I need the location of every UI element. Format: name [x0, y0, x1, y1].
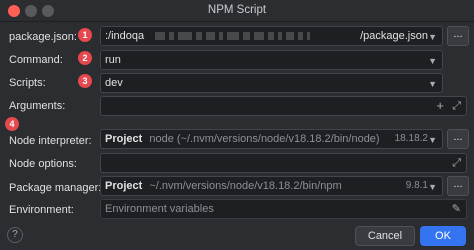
node-interpreter-browse-button[interactable]: ... [447, 129, 469, 149]
step-badge-3: 3 [78, 74, 92, 88]
chevron-down-icon[interactable]: ▼ [428, 28, 437, 45]
package-json-label: package.json: [9, 31, 77, 43]
command-label: Command: [9, 54, 63, 66]
arguments-input[interactable]: + ⤢ [100, 96, 467, 116]
package-json-path-prefix: :/indoqa [105, 30, 145, 42]
scripts-value: dev [105, 77, 123, 89]
package-manager-path: ~/.nvm/versions/node/v18.18.2/bin/npm [149, 180, 342, 192]
environment-input[interactable]: Environment variables ✎ [100, 199, 467, 219]
ok-button[interactable]: OK [420, 226, 466, 246]
package-manager-name: Project [105, 180, 143, 192]
scripts-label: Scripts: [9, 77, 46, 89]
arguments-label: Arguments: [9, 100, 66, 112]
redacted-path [155, 30, 314, 42]
node-interpreter-select[interactable]: Project node (~/.nvm/versions/node/v18.1… [100, 129, 443, 149]
window-title: NPM Script [207, 4, 267, 16]
node-options-label: Node options: [9, 158, 77, 170]
environment-label: Environment: [9, 204, 74, 216]
chevron-down-icon: ▼ [428, 135, 437, 145]
package-manager-version: 9.8.1 [405, 180, 428, 191]
package-json-browse-button[interactable]: ... [447, 26, 469, 46]
environment-placeholder: Environment variables [105, 203, 214, 215]
package-json-path-suffix: /package.json [358, 27, 428, 45]
node-interpreter-label: Node interpreter: [9, 135, 92, 147]
step-badge-2: 2 [78, 51, 92, 65]
plus-icon[interactable]: + [436, 97, 444, 115]
step-badge-1: 1 [78, 28, 92, 42]
chevron-down-icon: ▼ [428, 182, 437, 192]
command-value: run [105, 54, 121, 66]
cancel-button[interactable]: Cancel [355, 226, 415, 246]
package-json-field[interactable]: :/indoqa /package.json ▼ [100, 26, 443, 46]
package-manager-select[interactable]: Project ~/.nvm/versions/node/v18.18.2/bi… [100, 176, 443, 196]
command-select[interactable]: run ▼ [100, 50, 443, 70]
node-interpreter-name: Project [105, 133, 143, 145]
expand-icon[interactable]: ⤢ [452, 97, 461, 115]
help-button[interactable]: ? [7, 227, 23, 243]
package-manager-label: Package manager: [9, 182, 102, 194]
edit-icon[interactable]: ✎ [452, 200, 461, 218]
node-options-input[interactable]: ⤢ [100, 153, 467, 173]
title-bar: NPM Script [0, 0, 474, 22]
scripts-select[interactable]: dev ▼ [100, 73, 443, 93]
node-interpreter-version: 18.18.2 [394, 133, 428, 144]
chevron-down-icon: ▼ [428, 79, 437, 89]
expand-icon[interactable]: ⤢ [452, 154, 461, 172]
chevron-down-icon: ▼ [428, 56, 437, 66]
package-manager-browse-button[interactable]: ... [447, 176, 469, 196]
node-interpreter-path: node (~/.nvm/versions/node/v18.18.2/bin/… [149, 133, 380, 145]
step-badge-4: 4 [5, 117, 19, 131]
